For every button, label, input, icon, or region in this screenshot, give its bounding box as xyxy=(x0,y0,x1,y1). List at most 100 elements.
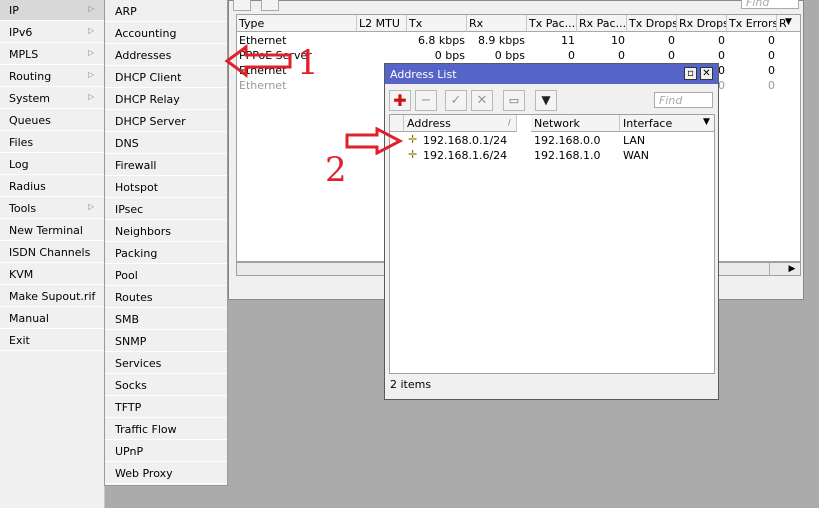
table-cell: 0 bps xyxy=(434,49,465,62)
column-header[interactable]: Tx Errors xyxy=(727,15,777,32)
table-cell: 0 xyxy=(668,34,675,47)
title-bar[interactable]: Address List ▫ ✕ xyxy=(385,64,718,84)
scroll-right-button[interactable]: ▶ xyxy=(785,263,799,275)
column-header[interactable]: Tx Drops xyxy=(627,15,677,32)
toolbar-button[interactable] xyxy=(261,0,279,11)
menu-item-exit[interactable]: Exit xyxy=(0,330,104,351)
table-cell: 192.168.1.6/24 xyxy=(423,149,508,162)
annotation-arrow-2 xyxy=(345,127,403,155)
table-row[interactable]: ✛ 192.168.1.6/24 192.168.1.0 WAN xyxy=(390,148,714,163)
maximize-icon[interactable]: ▫ xyxy=(684,67,697,80)
menu-item-ip[interactable]: IP ▷ xyxy=(0,0,104,21)
submenu-item-smb[interactable]: SMB xyxy=(105,308,227,330)
submenu-item-ipsec[interactable]: IPsec xyxy=(105,198,227,220)
menu-item-kvm[interactable]: KVM xyxy=(0,264,104,285)
submenu-item-firewall[interactable]: Firewall xyxy=(105,154,227,176)
column-header[interactable]: L2 MTU xyxy=(357,15,407,32)
submenu-item-label: SNMP xyxy=(115,335,147,348)
menu-item-files[interactable]: Files xyxy=(0,132,104,153)
menu-item-mpls[interactable]: MPLS ▷ xyxy=(0,44,104,65)
submenu-item-dns[interactable]: DNS xyxy=(105,132,227,154)
submenu-item-label: Addresses xyxy=(115,49,172,62)
find-input[interactable]: Find xyxy=(741,0,799,9)
chevron-right-icon: ▷ xyxy=(88,4,95,13)
chevron-right-icon: ▷ xyxy=(88,92,95,101)
submenu-item-pool[interactable]: Pool xyxy=(105,264,227,286)
submenu-item-tftp[interactable]: TFTP xyxy=(105,396,227,418)
column-header[interactable]: Tx Pac... xyxy=(527,15,577,32)
annotation-label-2: 2 xyxy=(325,150,347,190)
menu-item-queues[interactable]: Queues xyxy=(0,110,104,131)
toolbar-button[interactable] xyxy=(233,0,251,11)
menu-item-label: Tools xyxy=(9,202,37,215)
table-row[interactable]: ✛ 192.168.0.1/24 192.168.0.0 LAN xyxy=(390,133,714,148)
menu-item-label: IP xyxy=(9,4,19,17)
find-input[interactable]: Find xyxy=(654,92,713,108)
menu-item-tools[interactable]: Tools ▷ xyxy=(0,198,104,219)
submenu-item-label: Hotspot xyxy=(115,181,159,194)
submenu-item-addresses[interactable]: Addresses xyxy=(105,44,227,66)
submenu-item-services[interactable]: Services xyxy=(105,352,227,374)
submenu-item-neighbors[interactable]: Neighbors xyxy=(105,220,227,242)
menu-item-ipv6[interactable]: IPv6 ▷ xyxy=(0,22,104,43)
submenu-item-routes[interactable]: Routes xyxy=(105,286,227,308)
menu-item-isdn-channels[interactable]: ISDN Channels xyxy=(0,242,104,263)
column-chooser-icon[interactable]: ▼ xyxy=(700,115,714,132)
submenu-item-packing[interactable]: Packing xyxy=(105,242,227,264)
enable-button[interactable]: ✓ xyxy=(445,90,467,111)
column-header[interactable]: Network xyxy=(531,115,620,132)
submenu-item-dhcp-server[interactable]: DHCP Server xyxy=(105,110,227,132)
submenu-item-label: TFTP xyxy=(115,401,142,414)
column-chooser-icon[interactable]: ▼ xyxy=(785,17,792,27)
table-cell xyxy=(357,33,407,48)
menu-item-manual[interactable]: Manual xyxy=(0,308,104,329)
menu-item-make-supout-rif[interactable]: Make Supout.rif xyxy=(0,286,104,307)
menu-item-new-terminal[interactable]: New Terminal xyxy=(0,220,104,241)
submenu-item-arp[interactable]: ARP xyxy=(105,0,227,22)
table-cell: LAN xyxy=(623,134,646,147)
submenu-item-dhcp-relay[interactable]: DHCP Relay xyxy=(105,88,227,110)
menu-item-label: ISDN Channels xyxy=(9,246,91,259)
table-cell: 10 xyxy=(611,34,625,47)
submenu-item-hotspot[interactable]: Hotspot xyxy=(105,176,227,198)
menu-item-label: Queues xyxy=(9,114,51,127)
submenu-item-web-proxy[interactable]: Web Proxy xyxy=(105,462,227,484)
menu-item-system[interactable]: System ▷ xyxy=(0,88,104,109)
menu-item-label: IPv6 xyxy=(9,26,33,39)
menu-item-label: KVM xyxy=(9,268,34,281)
comment-button[interactable]: ▭ xyxy=(503,90,525,111)
submenu-item-accounting[interactable]: Accounting xyxy=(105,22,227,44)
column-header[interactable]: Type xyxy=(237,15,357,32)
table-cell: 8.9 kbps xyxy=(477,34,525,47)
menu-item-log[interactable]: Log xyxy=(0,154,104,175)
annotation-label-1: 1 xyxy=(297,43,319,83)
chevron-right-icon: ▷ xyxy=(88,48,95,57)
column-header[interactable]: Rx xyxy=(467,15,527,32)
table-cell: 0 xyxy=(768,79,775,92)
table-cell: 0 xyxy=(768,49,775,62)
table-cell: 192.168.1.0 xyxy=(534,149,601,162)
add-button[interactable]: ✚ xyxy=(389,90,411,111)
address-table: Address Network Interface / ▼ ✛ 192.168.0.1/24… xyxy=(389,114,715,374)
submenu-item-socks[interactable]: Socks xyxy=(105,374,227,396)
submenu-item-label: Accounting xyxy=(115,27,177,40)
table-cell: 0 bps xyxy=(494,49,525,62)
submenu-item-snmp[interactable]: SNMP xyxy=(105,330,227,352)
disable-button[interactable]: ✕ xyxy=(471,90,493,111)
column-header[interactable]: Tx xyxy=(407,15,467,32)
column-header[interactable]: Rx Drops xyxy=(677,15,727,32)
submenu-item-label: Pool xyxy=(115,269,138,282)
submenu-item-dhcp-client[interactable]: DHCP Client xyxy=(105,66,227,88)
address-icon: ✛ xyxy=(408,148,418,161)
menu-item-routing[interactable]: Routing ▷ xyxy=(0,66,104,87)
filter-icon[interactable]: ▼ xyxy=(535,90,557,111)
menu-item-radius[interactable]: Radius xyxy=(0,176,104,197)
submenu-item-traffic-flow[interactable]: Traffic Flow xyxy=(105,418,227,440)
column-header[interactable]: Rx Pac... xyxy=(577,15,627,32)
submenu-item-upnp[interactable]: UPnP xyxy=(105,440,227,462)
close-icon[interactable]: ✕ xyxy=(700,67,713,80)
scroll-left-button[interactable] xyxy=(769,263,783,275)
column-header[interactable]: Address xyxy=(404,115,517,132)
table-cell: 192.168.0.1/24 xyxy=(423,134,508,147)
remove-button[interactable]: − xyxy=(415,90,437,111)
